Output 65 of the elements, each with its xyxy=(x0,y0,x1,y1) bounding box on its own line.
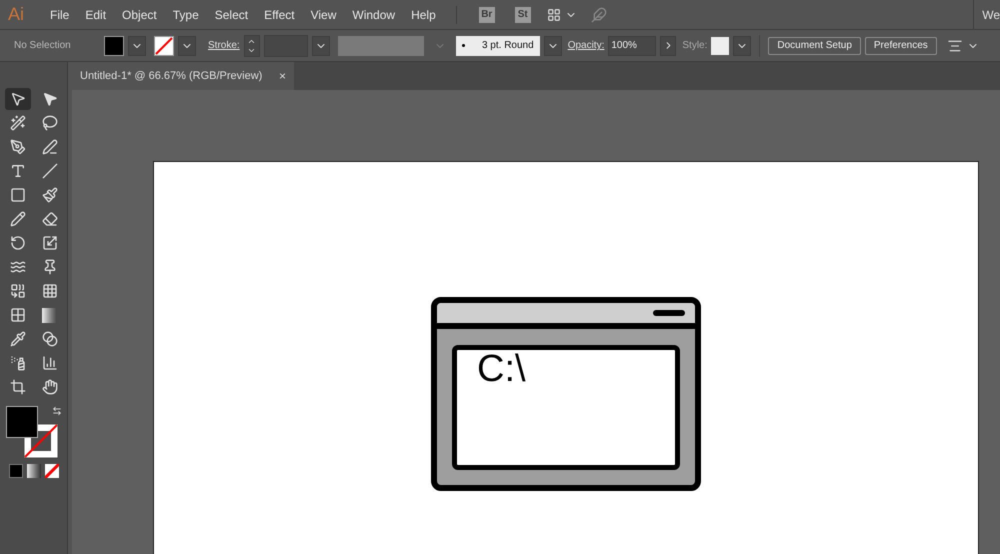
brush-definition-button[interactable]: 3 pt. Round xyxy=(456,36,540,56)
toolbar-button[interactable]: Preferences xyxy=(864,36,937,54)
app-badge-button[interactable]: Br xyxy=(478,6,495,22)
title-bar-mark xyxy=(653,310,685,316)
menu-item[interactable]: File xyxy=(42,6,78,24)
dropdown-button[interactable] xyxy=(544,36,562,56)
opacity-field[interactable]: 100% xyxy=(608,36,656,56)
blend-icon xyxy=(42,331,58,347)
menu-item[interactable]: Type xyxy=(164,6,207,24)
menu-item[interactable]: Edit xyxy=(77,6,114,24)
mesh-icon xyxy=(10,307,26,323)
fill-color-swatch[interactable] xyxy=(6,406,38,438)
direct-selection-arrow-icon xyxy=(42,91,58,107)
swap-colors-icon[interactable] xyxy=(52,406,62,416)
stroke-label[interactable]: Stroke: xyxy=(208,38,240,53)
bar-chart-icon xyxy=(42,355,58,371)
opacity-label[interactable]: Opacity: xyxy=(568,38,604,53)
menu-item[interactable]: Window xyxy=(344,6,404,24)
stroke-stepper[interactable] xyxy=(244,34,260,56)
rotate-icon xyxy=(10,235,26,251)
rectangle-icon xyxy=(10,187,26,203)
spray-can-icon xyxy=(10,355,26,371)
menu-item[interactable]: Effect xyxy=(256,6,303,24)
paintbrush-icon xyxy=(42,187,58,203)
menu-item[interactable]: Help xyxy=(403,6,444,24)
none-mode-button[interactable] xyxy=(44,464,58,478)
magic-wand-icon xyxy=(10,115,26,131)
color-mode-button[interactable] xyxy=(8,464,22,478)
document-title: Untitled-1* @ 66.67% (RGB/Preview) xyxy=(80,68,262,84)
selection-arrow-icon xyxy=(10,91,26,107)
dropdown-button[interactable] xyxy=(312,36,330,56)
pen-icon xyxy=(10,139,26,155)
fill-swatch[interactable] xyxy=(104,36,124,56)
width-profile-field[interactable] xyxy=(338,36,424,56)
app-logo: Ai xyxy=(8,3,24,26)
pin-icon xyxy=(42,259,58,275)
menu-item[interactable]: Object xyxy=(114,6,165,24)
toolbar-button[interactable]: Document Setup xyxy=(768,36,861,54)
prompt-text: C:\ xyxy=(477,348,526,390)
eraser-icon xyxy=(42,211,58,227)
hand-icon xyxy=(42,379,58,395)
close-tab-button[interactable]: × xyxy=(278,67,286,85)
dropdown-button[interactable] xyxy=(128,36,146,56)
menu-item[interactable]: View xyxy=(302,6,344,24)
selection-label: No Selection xyxy=(14,39,72,53)
dropdown-button[interactable] xyxy=(178,36,196,56)
pencil-icon xyxy=(10,211,26,227)
line-icon xyxy=(42,163,58,179)
lasso-icon xyxy=(42,115,58,131)
opacity-arrow-button[interactable] xyxy=(660,36,676,56)
gradient-icon xyxy=(42,308,57,322)
app-badge-button[interactable]: St xyxy=(514,6,531,22)
workspace-label[interactable]: We xyxy=(982,6,1000,24)
scale-icon xyxy=(42,235,58,251)
gradient-mode-button[interactable] xyxy=(26,464,40,478)
stroke-swatch[interactable] xyxy=(154,36,174,56)
style-label: Style: xyxy=(682,39,708,53)
dropdown-button[interactable] xyxy=(733,36,752,56)
type-icon xyxy=(10,163,26,179)
align-icon[interactable] xyxy=(946,38,963,54)
menu-item[interactable]: Select xyxy=(206,6,256,24)
style-swatch[interactable] xyxy=(711,36,730,54)
tool-button[interactable] xyxy=(4,88,30,110)
layout-icon[interactable] xyxy=(546,8,561,22)
eyedropper-icon xyxy=(10,331,26,347)
